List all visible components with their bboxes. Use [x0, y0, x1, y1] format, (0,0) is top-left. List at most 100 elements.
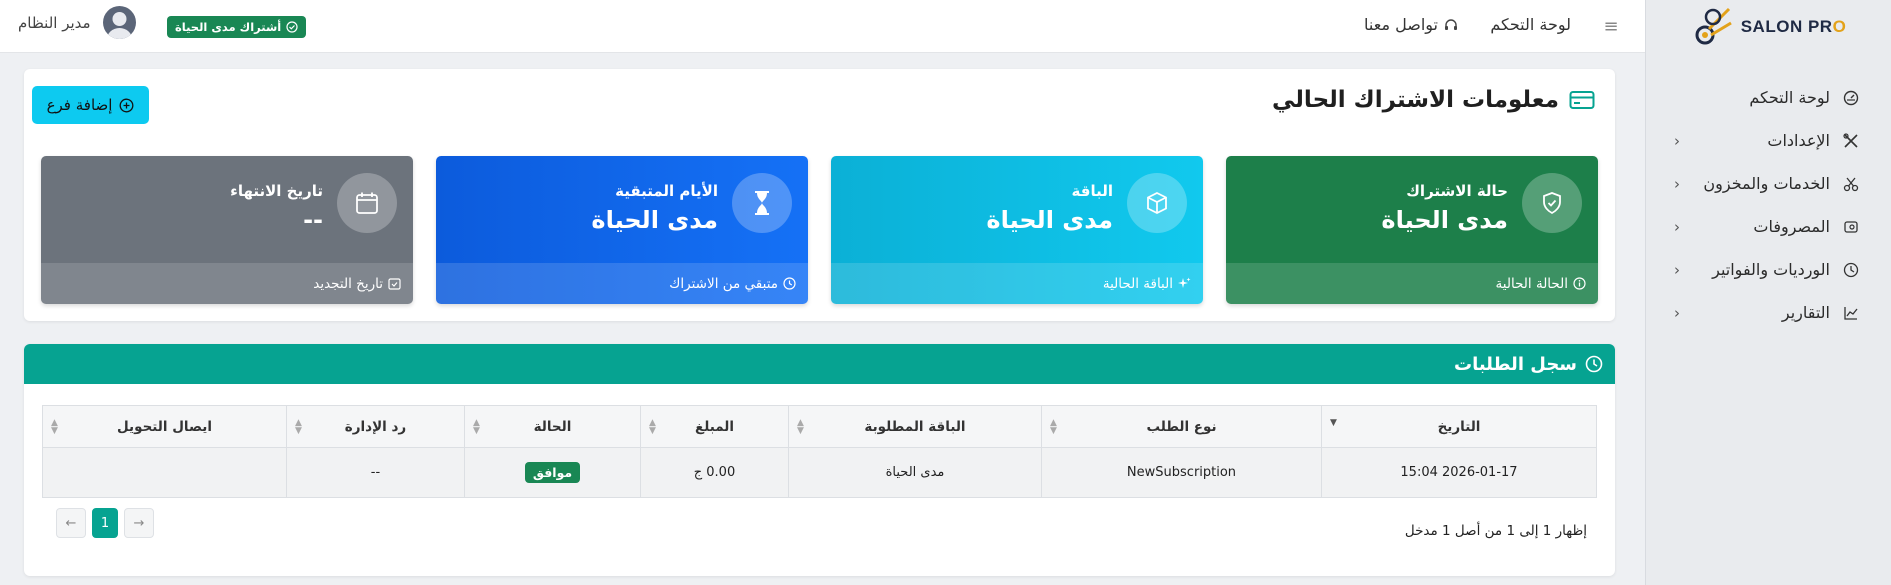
table-header-row: التاريخ ▼ نوع الطلب ▲ ▼ الباقة المطلوبة ▲ ▼ ا… [42, 405, 1597, 448]
add-branch-label: إضافة فرع [46, 96, 113, 114]
clock-icon [1840, 259, 1862, 281]
stat-footer: الباقة الحالية [831, 263, 1203, 304]
cell-package: مدى الحياة [788, 447, 1042, 498]
headset-icon [1445, 18, 1457, 30]
sidebar-item-services[interactable]: الخدمات والمخزون ‹ [1646, 162, 1891, 205]
expiry-date-card: تاريخ الانتهاء -- تاريخ التجديد [41, 156, 413, 304]
logo-text: SALON PRO [1740, 17, 1847, 36]
requests-log-title: سجل الطلبات [1453, 353, 1577, 375]
brand-logo[interactable]: SALON PRO [1646, 0, 1891, 52]
sidebar-item-label: لوحة التحكم [1749, 88, 1830, 107]
calendar-icon [337, 173, 397, 233]
column-header-request-type[interactable]: نوع الطلب ▲ ▼ [1041, 405, 1322, 448]
top-dashboard-link[interactable]: لوحة التحكم [1490, 15, 1571, 34]
stat-label: الباقة [1071, 182, 1113, 200]
stat-footer-text: الحالة الحالية [1495, 275, 1568, 292]
sort-icon: ▲ ▼ [1050, 418, 1057, 436]
column-header-date[interactable]: التاريخ ▼ [1321, 405, 1597, 448]
user-menu[interactable]: مدير النظام [18, 6, 136, 39]
column-header-status[interactable]: الحالة ▲ ▼ [464, 405, 641, 448]
scissors-logo-icon [1695, 7, 1732, 45]
sidebar-item-label: الخدمات والمخزون [1703, 174, 1830, 193]
remaining-days-card: الأيام المتبقية مدى الحياة متبقي من الاش… [436, 156, 808, 304]
stat-value: مدى الحياة [591, 206, 718, 234]
pagination-page-button[interactable]: 1 [92, 508, 118, 538]
stat-footer: الحالة الحالية [1226, 263, 1598, 304]
table-info: إظهار 1 إلى 1 من أصل 1 مدخل [1404, 523, 1587, 539]
cell-status: موافق [464, 447, 641, 498]
column-header-admin-reply[interactable]: رد الإدارة ▲ ▼ [286, 405, 465, 448]
cell-receipt [42, 447, 287, 498]
scissors-icon [1840, 173, 1862, 195]
chart-icon [1840, 302, 1862, 324]
requests-log-header: سجل الطلبات [24, 344, 1615, 384]
sidebar-item-label: المصروفات [1753, 217, 1830, 236]
chevron-left-icon: ‹ [1674, 217, 1680, 236]
add-branch-button[interactable]: إضافة فرع [32, 86, 149, 124]
sidebar: SALON PRO لوحة التحكم الإعدادات ‹ الخدما… [1645, 0, 1891, 585]
chevron-left-icon: ‹ [1674, 303, 1680, 322]
expenses-icon [1840, 216, 1862, 238]
info-circle-icon [1573, 277, 1586, 290]
sort-icon: ▲ ▼ [649, 418, 656, 436]
column-header-amount[interactable]: المبلغ ▲ ▼ [640, 405, 789, 448]
sort-icon: ▲ ▼ [295, 418, 302, 436]
check-circle-icon [286, 21, 298, 33]
sidebar-item-expenses[interactable]: المصروفات ‹ [1646, 205, 1891, 248]
stat-footer-text: تاريخ التجديد [313, 275, 383, 292]
sort-icon: ▲ ▼ [473, 418, 480, 436]
sidebar-item-label: الورديات والفواتير [1712, 260, 1830, 279]
status-badge: موافق [524, 461, 581, 483]
credit-card-icon [1569, 91, 1595, 109]
clock-icon [783, 277, 796, 290]
stat-label: حالة الاشتراك [1406, 182, 1508, 200]
sort-icon: ▼ [1330, 418, 1337, 428]
sidebar-item-dashboard[interactable]: لوحة التحكم [1646, 76, 1891, 119]
dashboard-icon [1840, 87, 1862, 109]
subscription-title-text: معلومات الاشتراك الحالي [1272, 87, 1559, 113]
pagination-next-button[interactable]: → [124, 508, 154, 538]
stat-value: مدى الحياة [986, 206, 1113, 234]
chevron-left-icon: ‹ [1674, 260, 1680, 279]
cell-request-type: NewSubscription [1041, 447, 1322, 498]
cell-admin-reply: -- [286, 447, 465, 498]
user-name: مدير النظام [18, 13, 91, 32]
top-navbar: ≡ لوحة التحكم تواصل معنا أشتراك مدى الحي… [0, 0, 1645, 53]
pagination: ← 1 → [56, 508, 154, 538]
sparkles-icon [1178, 277, 1191, 288]
requests-table: التاريخ ▼ نوع الطلب ▲ ▼ الباقة المطلوبة ▲ ▼ ا… [42, 405, 1597, 498]
chevron-left-icon: ‹ [1674, 131, 1680, 150]
user-icon [106, 12, 132, 39]
sort-icon: ▲ ▼ [51, 418, 58, 436]
stat-footer-text: الباقة الحالية [1102, 275, 1173, 292]
contact-us-link[interactable]: تواصل معنا [1364, 15, 1458, 34]
box-icon [1127, 173, 1187, 233]
sidebar-item-reports[interactable]: التقارير ‹ [1646, 291, 1891, 334]
chevron-left-icon: ‹ [1674, 174, 1680, 193]
column-header-package[interactable]: الباقة المطلوبة ▲ ▼ [788, 405, 1042, 448]
stat-footer-text: متبقي من الاشتراك [669, 275, 778, 292]
menu-toggle-icon[interactable]: ≡ [1601, 15, 1621, 37]
sidebar-item-label: الإعدادات [1767, 131, 1830, 150]
sort-icon: ▲ ▼ [797, 418, 804, 436]
lifetime-badge-label: أشتراك مدى الحياة [175, 20, 282, 34]
cell-amount: 0.00 ج [640, 447, 789, 498]
table-row: 2026-01-17 15:04 NewSubscription مدى الح… [42, 447, 1597, 498]
calendar-check-icon [388, 278, 401, 290]
subscription-status-card: حالة الاشتراك مدى الحياة الحالة الحالية [1226, 156, 1598, 304]
history-icon [1585, 355, 1603, 373]
column-header-receipt[interactable]: ايصال التحويل ▲ ▼ [42, 405, 287, 448]
pagination-prev-button[interactable]: ← [56, 508, 86, 538]
hourglass-icon [732, 173, 792, 233]
plus-circle-icon [119, 98, 134, 112]
requests-log-card: سجل الطلبات التاريخ ▼ نوع الطلب ▲ ▼ الباقة … [24, 344, 1615, 576]
stat-value: مدى الحياة [1381, 206, 1508, 234]
sidebar-nav: لوحة التحكم الإعدادات ‹ الخدمات والمخزون… [1646, 76, 1891, 334]
stat-value: -- [303, 206, 323, 234]
sidebar-item-shifts[interactable]: الورديات والفواتير ‹ [1646, 248, 1891, 291]
shield-check-icon [1522, 173, 1582, 233]
package-card: الباقة مدى الحياة الباقة الحالية [831, 156, 1203, 304]
sidebar-item-settings[interactable]: الإعدادات ‹ [1646, 119, 1891, 162]
sidebar-item-label: التقارير [1781, 303, 1830, 322]
subscription-title: معلومات الاشتراك الحالي [1272, 87, 1595, 113]
